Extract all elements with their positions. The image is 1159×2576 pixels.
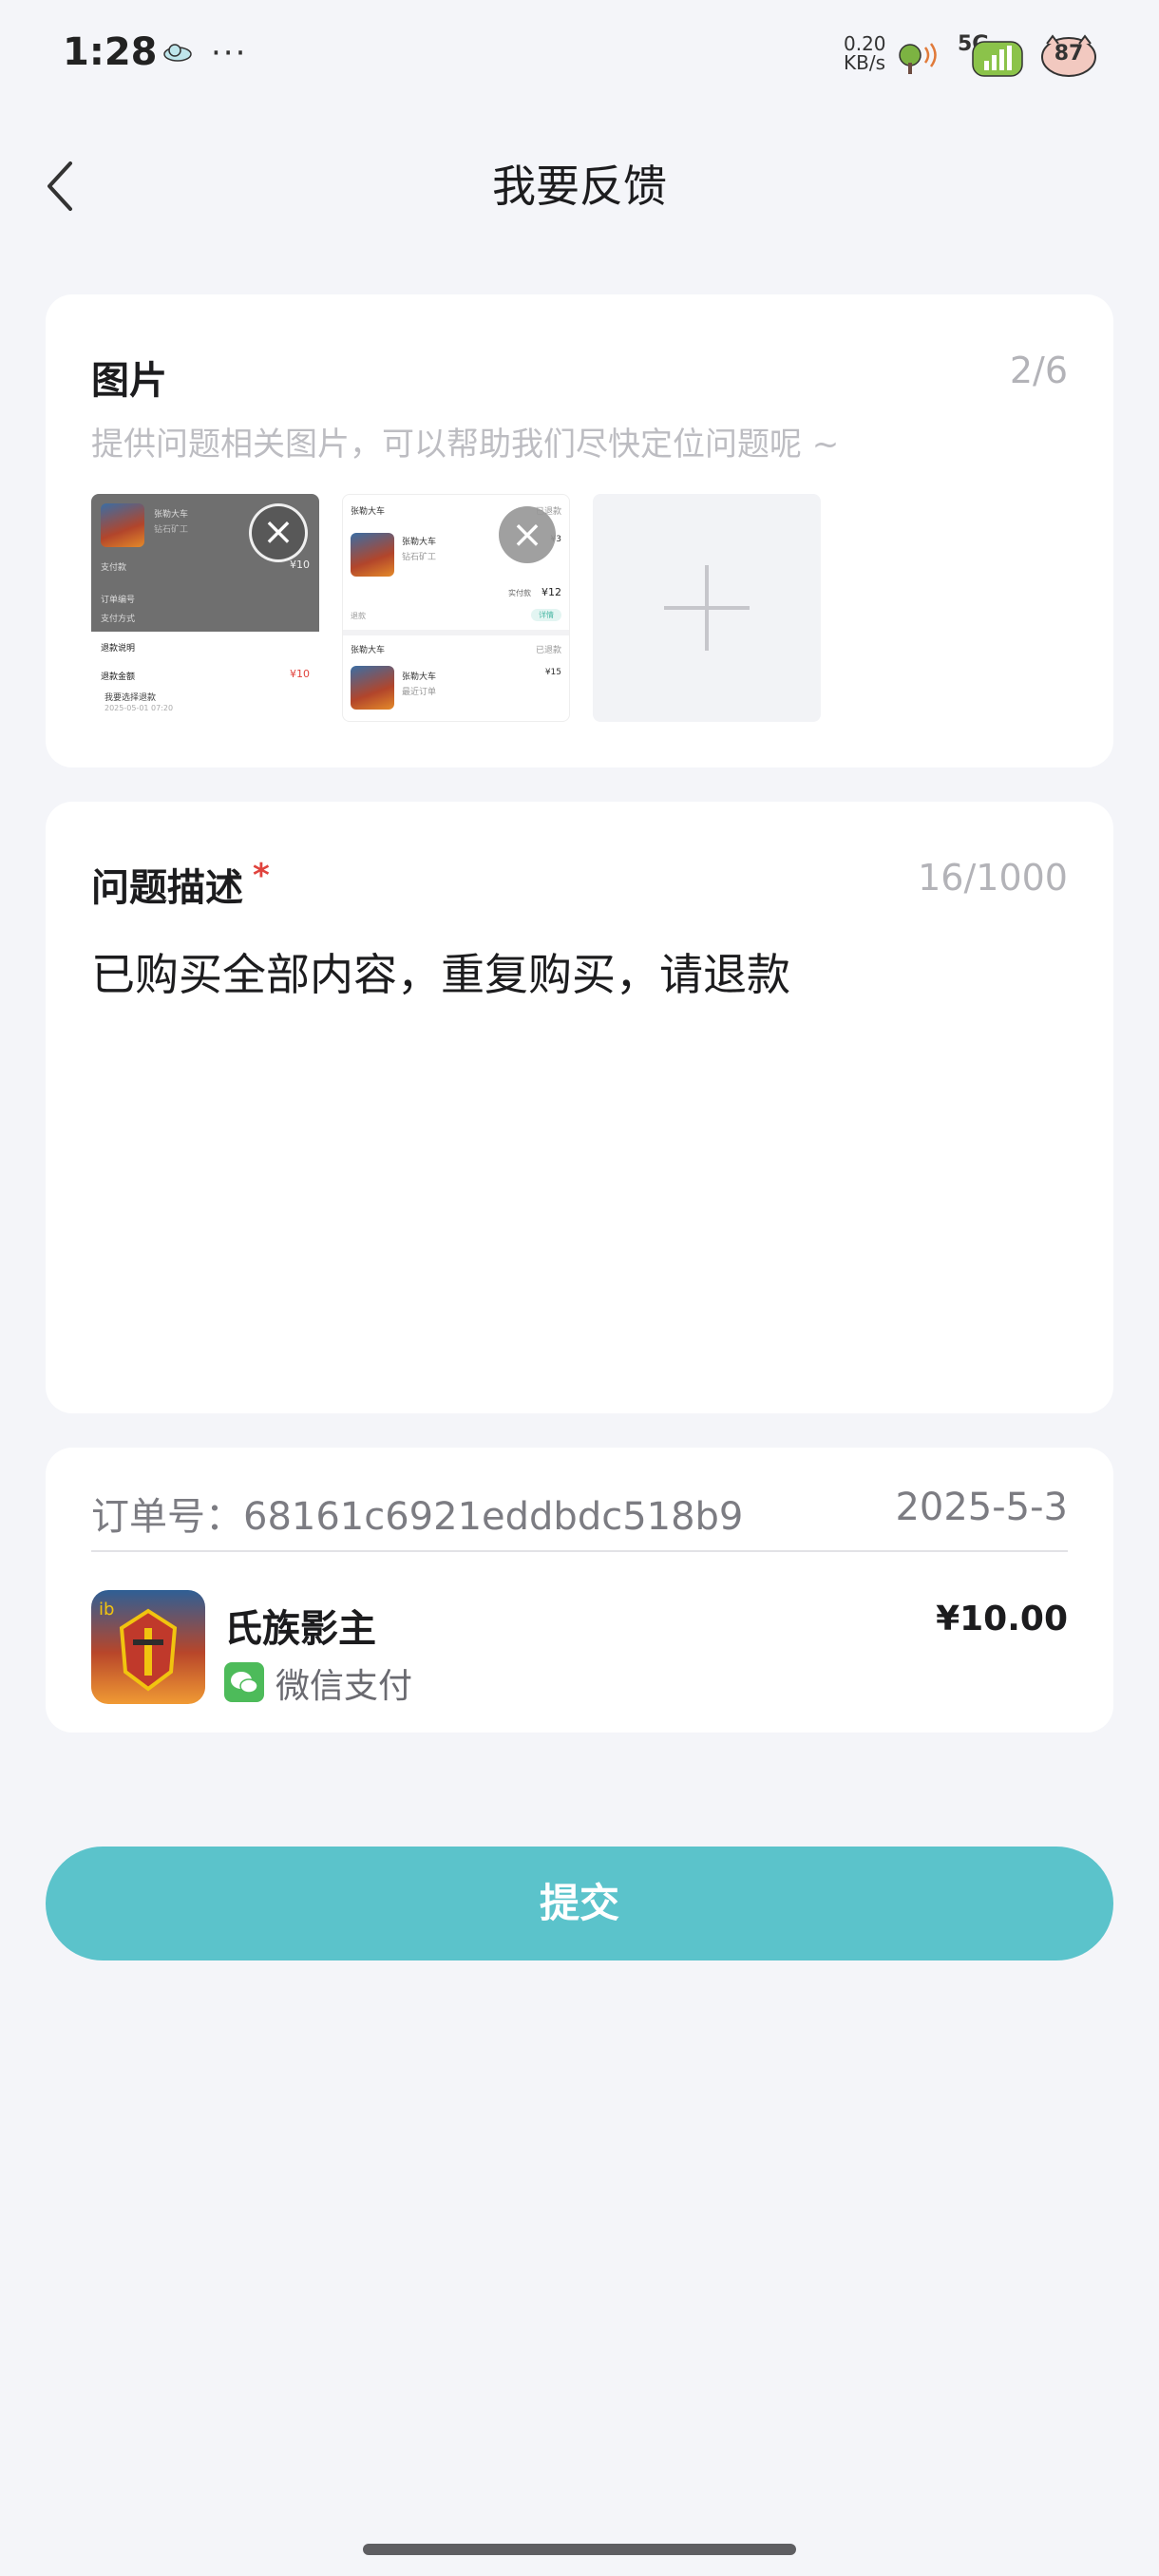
nav-header: 我要反馈 <box>0 133 1159 228</box>
battery-level: 87 <box>1054 42 1084 66</box>
home-indicator[interactable] <box>363 2544 796 2555</box>
thumb1-app-icon <box>101 503 144 547</box>
images-title: 图片 <box>91 359 167 403</box>
add-image-button[interactable] <box>593 494 821 722</box>
remove-image-1-button[interactable]: × <box>249 503 308 562</box>
battery-icon: 87 <box>1039 32 1098 78</box>
product-icon: ib <box>91 1590 205 1704</box>
remove-image-2-button[interactable]: × <box>499 506 556 563</box>
order-price: ¥10.00 <box>936 1600 1068 1638</box>
status-time: 1:28 <box>63 30 158 74</box>
close-icon: × <box>262 510 294 554</box>
svg-text:ib: ib <box>99 1600 114 1619</box>
feedback-page: 1:28 ··· 0.20 KB/s 5G 87 我要反馈 图片 2/6 提供问… <box>0 0 1159 2576</box>
net-speed: 0.20 KB/s <box>844 32 886 74</box>
image-thumbnail-1[interactable]: 张勒大车 钻石矿工 支付款 ¥10 订单编号 支付方式 退款说明 退款金额 ¥1… <box>91 494 319 722</box>
signal-icon <box>972 41 1023 77</box>
required-mark: * <box>253 857 270 895</box>
images-card: 图片 2/6 提供问题相关图片，可以帮助我们尽快定位问题呢 ~ 张勒大车 钻石矿… <box>46 294 1113 767</box>
cloud-icon <box>163 44 192 62</box>
description-counter: 16/1000 <box>918 857 1068 899</box>
wechat-pay-icon <box>224 1662 264 1702</box>
image-thumbnail-2[interactable]: 张勒大车 已退款 张勒大车 钻石矿工 ¥3 实付款 ¥12 退款 详情 张勒大车… <box>342 494 570 722</box>
description-title: 问题描述 * <box>91 857 270 910</box>
status-bar: 1:28 ··· 0.20 KB/s 5G 87 <box>0 0 1159 114</box>
thumb2-app-icon-2 <box>351 666 394 710</box>
close-icon: × <box>511 513 543 557</box>
order-date: 2025-5-3 <box>895 1486 1068 1529</box>
description-textarea[interactable]: 已购买全部内容，重复购买，请退款 <box>91 944 1070 1005</box>
images-counter: 2/6 <box>1009 350 1068 391</box>
product-name: 氏族影主 <box>224 1607 376 1651</box>
order-number: 订单号：68161c6921eddbdc518b9 <box>91 1495 744 1539</box>
description-card: 问题描述 * 16/1000 已购买全部内容，重复购买，请退款 <box>46 802 1113 1413</box>
page-title: 我要反馈 <box>492 161 667 212</box>
submit-button[interactable]: 提交 <box>46 1847 1113 1960</box>
pay-method: 微信支付 <box>276 1667 413 1706</box>
images-hint: 提供问题相关图片，可以帮助我们尽快定位问题呢 ~ <box>91 426 840 464</box>
thumb2-app-icon-1 <box>351 533 394 577</box>
order-info-row: 订单号：68161c6921eddbdc518b9 2025-5-3 <box>91 1482 1068 1552</box>
order-card: 订单号：68161c6921eddbdc518b9 2025-5-3 ib 氏族… <box>46 1448 1113 1733</box>
more-status-icon: ··· <box>211 34 248 72</box>
thumb1-popup: 退款说明 退款金额 ¥10 我要选择退款 2025-05-01 07:20 <box>91 632 319 722</box>
wifi-icon <box>899 43 937 74</box>
